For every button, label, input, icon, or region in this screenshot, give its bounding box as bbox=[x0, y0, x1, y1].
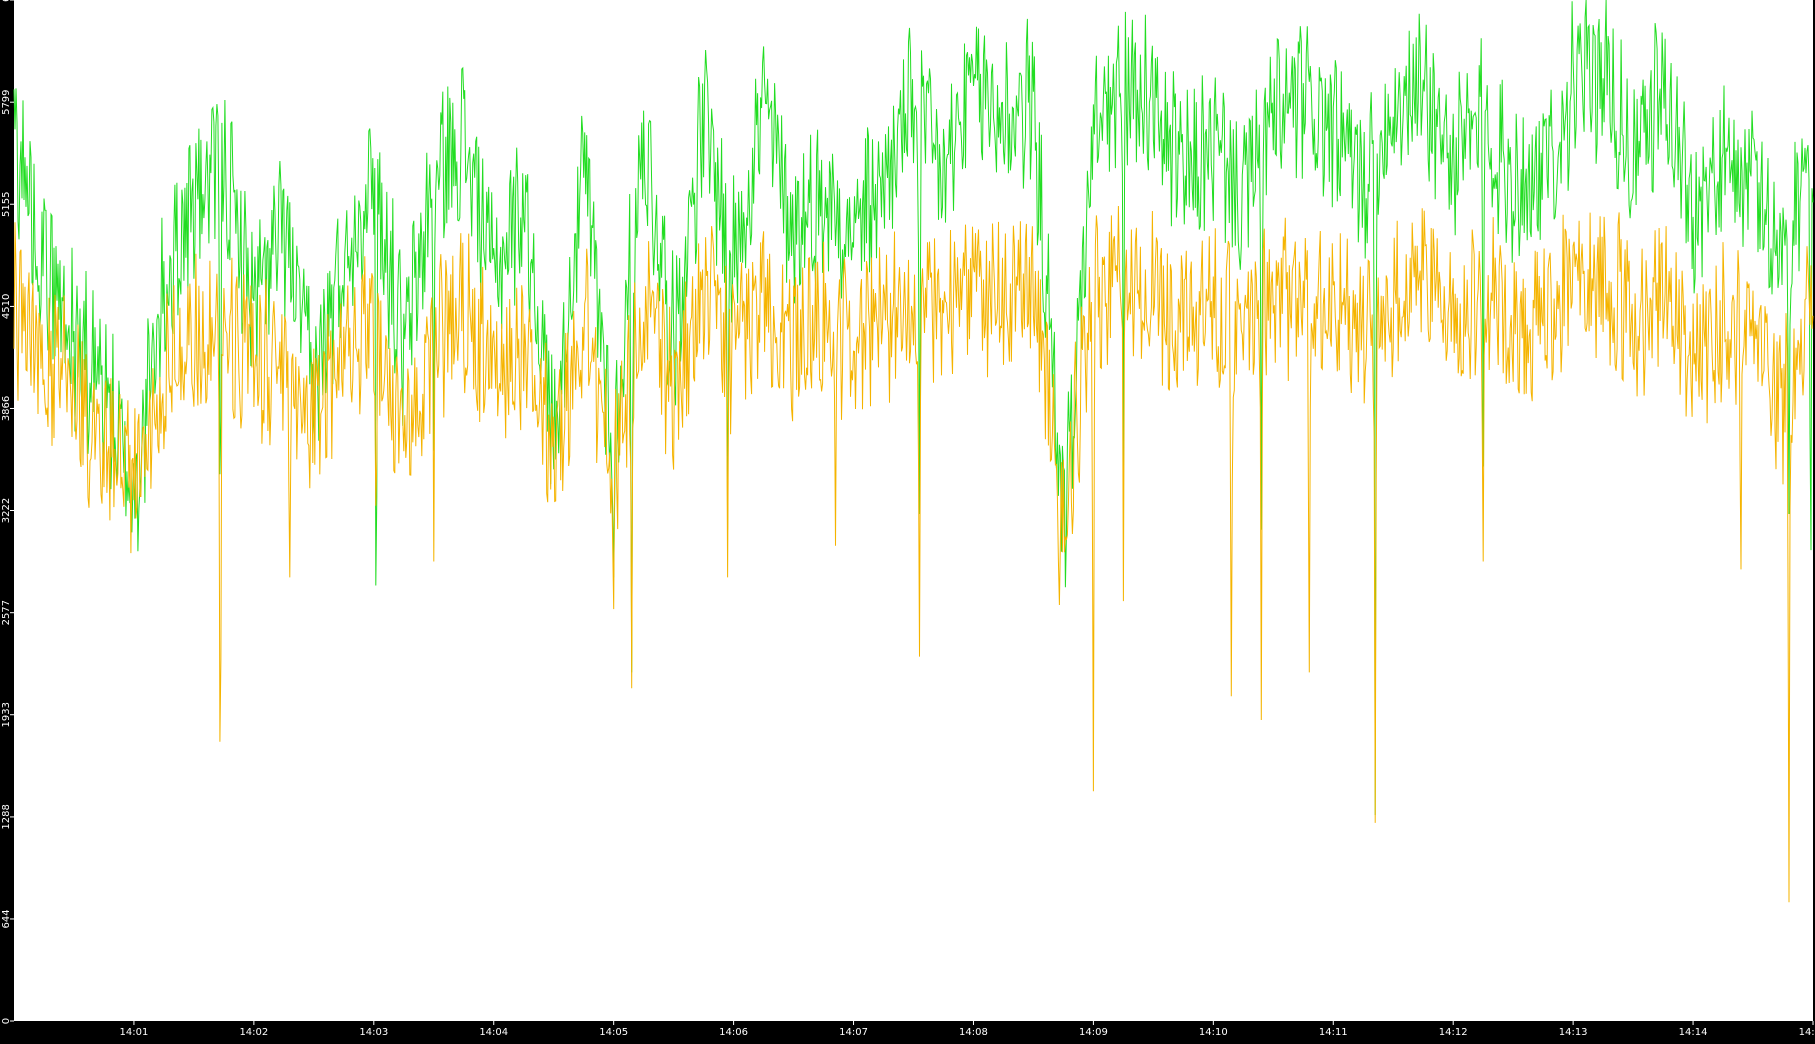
x-tick-label: 14:07 bbox=[839, 1027, 868, 1038]
chart-window: 0 644 1288 1933 2577 3222 3866 4510 5155 5799 6444… bbox=[0, 0, 1815, 1039]
x-tick-label: 14:09 bbox=[1079, 1027, 1108, 1038]
y-tick-label: 2577 bbox=[1, 600, 12, 625]
x-tick-label: 14:02 bbox=[239, 1027, 268, 1038]
y-tick-label: 1933 bbox=[1, 702, 12, 727]
x-tick-label: 14:12 bbox=[1439, 1027, 1468, 1038]
y-tick-label: 3866 bbox=[1, 396, 12, 421]
x-tick-label: 14:08 bbox=[959, 1027, 988, 1038]
x-tick-label: 14:03 bbox=[359, 1027, 388, 1038]
x-tick-label: 14:14 bbox=[1679, 1027, 1708, 1038]
y-tick-label: 1288 bbox=[1, 804, 12, 829]
y-tick-label: 0 bbox=[1, 1018, 12, 1024]
x-tick-label: 14:10 bbox=[1199, 1027, 1228, 1038]
x-tick-label: 14:13 bbox=[1559, 1027, 1588, 1038]
x-tick-label: 14:04 bbox=[479, 1027, 508, 1038]
x-tick-label: 14:11 bbox=[1319, 1027, 1348, 1038]
y-tick-label: 3222 bbox=[1, 498, 12, 523]
y-tick-label: 5799 bbox=[1, 89, 12, 114]
x-tick-label: 14:06 bbox=[719, 1027, 748, 1038]
y-tick-label: 4510 bbox=[1, 294, 12, 319]
x-tick-label: 14:05 bbox=[599, 1027, 628, 1038]
x-tick-label: 14:15 bbox=[1799, 1027, 1815, 1038]
y-tick-label: 644 bbox=[1, 909, 12, 928]
y-tick-label: 6444 bbox=[1, 0, 12, 2]
y-tick-label: 5155 bbox=[1, 192, 12, 217]
x-tick-label: 14:01 bbox=[120, 1027, 149, 1038]
line-chart: 0 644 1288 1933 2577 3222 3866 4510 5155 5799 6444… bbox=[0, 0, 1815, 1039]
